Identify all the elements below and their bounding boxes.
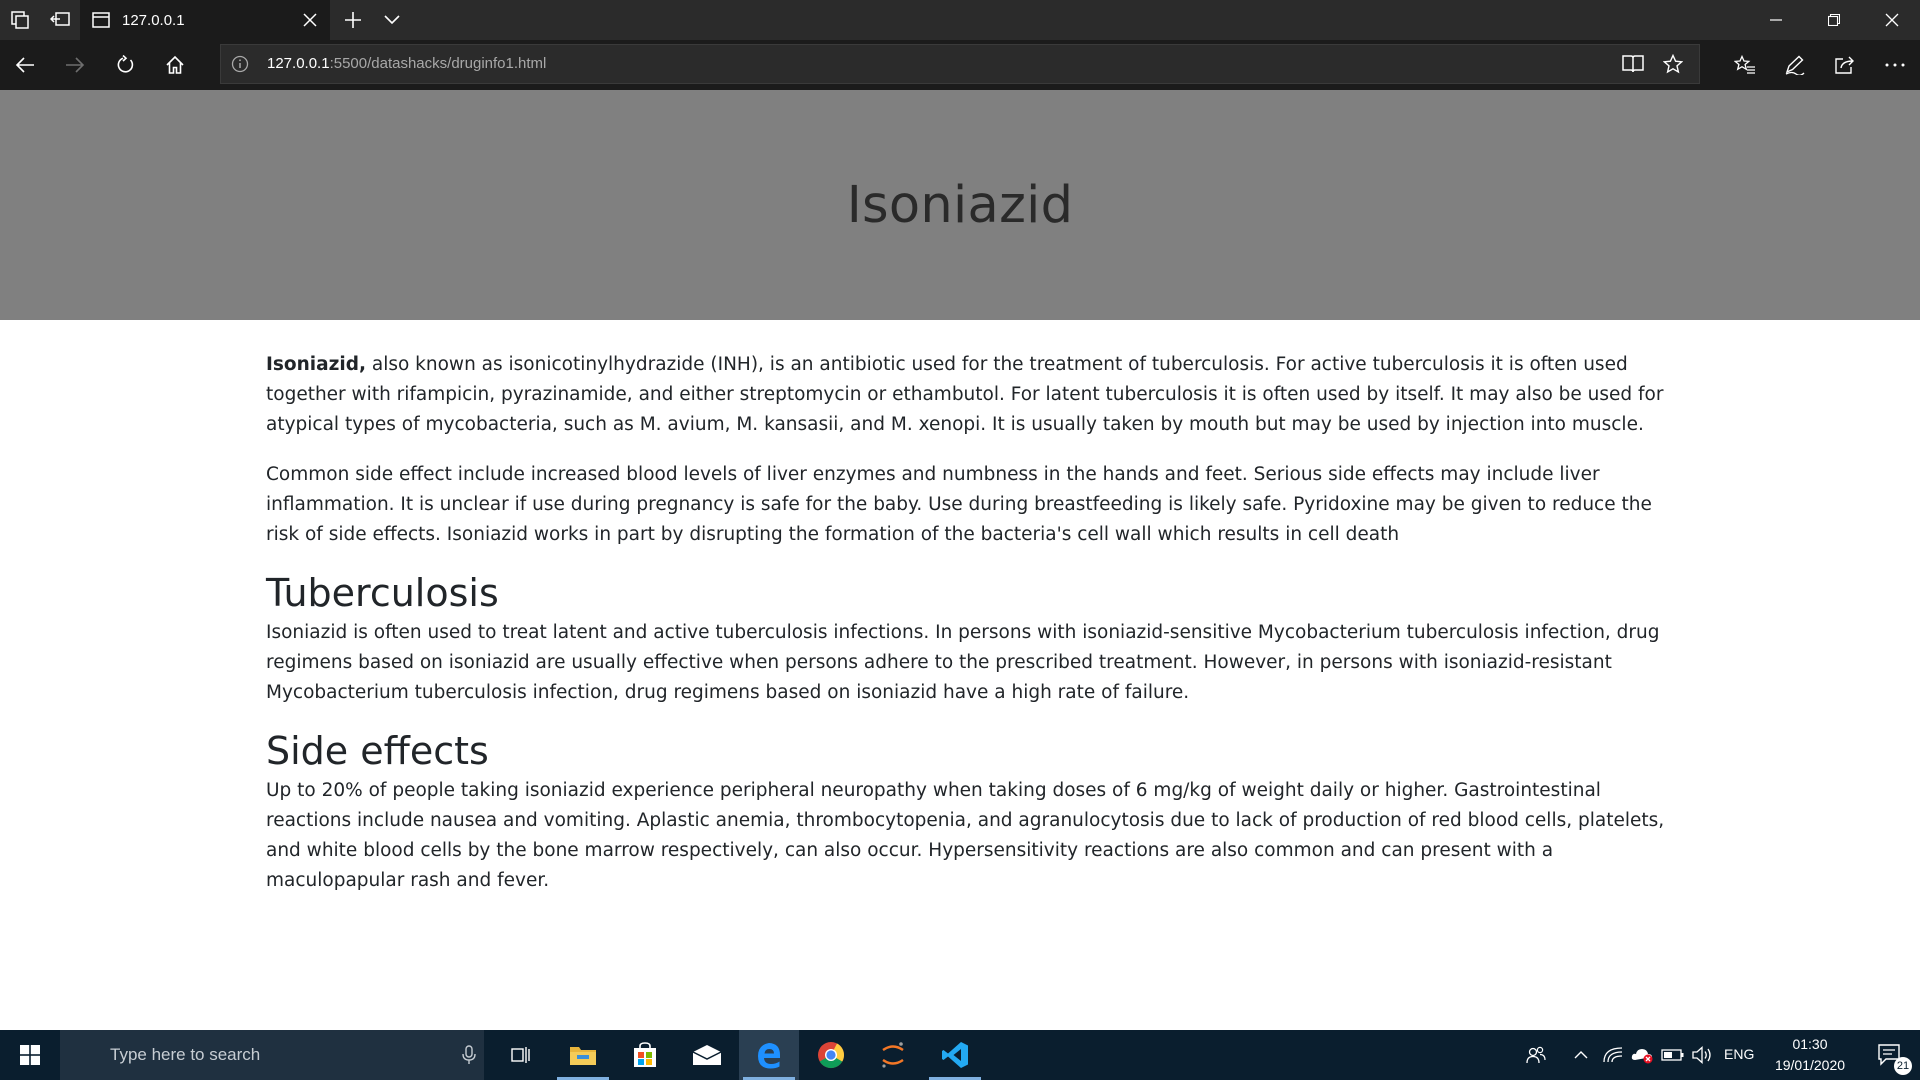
page-icon [92, 12, 110, 28]
clock-date: 19/01/2020 [1774, 1057, 1846, 1073]
onedrive-error-icon[interactable] [1628, 1030, 1658, 1080]
mail-icon[interactable] [677, 1030, 737, 1080]
favorites-icon[interactable] [1720, 40, 1770, 90]
url-host: 127.0.0.1 [267, 55, 330, 72]
tab-manager-icon[interactable] [0, 0, 40, 40]
language-indicator[interactable]: ENG [1724, 1046, 1754, 1062]
file-explorer-icon[interactable] [553, 1030, 613, 1080]
action-center-icon[interactable]: 21 [1862, 1030, 1918, 1080]
page-content: Isoniazid, also known as isonicotinylhyd… [266, 350, 1666, 916]
task-view-icon[interactable] [490, 1030, 550, 1080]
forward-icon[interactable] [50, 40, 100, 90]
reading-view-icon[interactable] [1613, 45, 1653, 83]
page-header: Isoniazid [0, 90, 1920, 320]
close-tab-icon[interactable] [294, 0, 326, 40]
vscode-icon[interactable] [925, 1030, 985, 1080]
browser-titlebar: 127.0.0.1 [0, 0, 1920, 40]
tab-title: 127.0.0.1 [122, 11, 185, 29]
favorite-star-icon[interactable] [1653, 45, 1693, 83]
microphone-icon[interactable] [462, 1045, 476, 1065]
search-placeholder: Type here to search [110, 1045, 261, 1064]
show-hidden-icons-chevron-icon[interactable] [1566, 1030, 1596, 1080]
side-effect-summary-paragraph: Common side effect include increased blo… [266, 464, 1652, 545]
share-icon[interactable] [1820, 40, 1870, 90]
minimize-icon[interactable] [1748, 0, 1804, 40]
taskbar: Type here to search ENG 01:30 19/01/2020… [0, 1030, 1920, 1080]
address-bar[interactable]: 127.0.0.1:5500/datashacks/druginfo1.html [220, 44, 1700, 84]
browser-toolbar: 127.0.0.1:5500/datashacks/druginfo1.html [0, 40, 1920, 90]
set-tabs-aside-icon[interactable] [40, 0, 80, 40]
back-icon[interactable] [0, 40, 50, 90]
home-icon[interactable] [150, 40, 200, 90]
new-tab-icon[interactable] [333, 0, 373, 40]
restore-icon[interactable] [1806, 0, 1862, 40]
close-window-icon[interactable] [1864, 0, 1920, 40]
tab-preview-chevron-icon[interactable] [372, 0, 412, 40]
tuberculosis-paragraph: Isoniazid is often used to treat latent … [266, 622, 1660, 703]
url-text[interactable]: 127.0.0.1:5500/datashacks/druginfo1.html [267, 45, 546, 83]
site-info-icon[interactable] [231, 55, 249, 73]
clock-time: 01:30 [1792, 1036, 1828, 1052]
url-path: :5500/datashacks/druginfo1.html [329, 55, 547, 72]
intro-text: also known as isonicotinylhydrazide (INH… [266, 354, 1664, 435]
edge-browser-icon[interactable] [739, 1030, 799, 1080]
volume-icon[interactable] [1688, 1030, 1718, 1080]
tuberculosis-heading: Tuberculosis [266, 571, 499, 615]
more-menu-icon[interactable] [1870, 40, 1920, 90]
microsoft-store-icon[interactable] [615, 1030, 675, 1080]
side-effects-heading: Side effects [266, 729, 489, 773]
wifi-icon[interactable] [1598, 1030, 1628, 1080]
notification-count-badge: 21 [1894, 1057, 1912, 1075]
taskbar-search-box[interactable]: Type here to search [60, 1030, 484, 1080]
clock[interactable]: 01:30 19/01/2020 [1760, 1034, 1860, 1076]
tab-active[interactable]: 127.0.0.1 [80, 0, 330, 40]
intro-paragraph: Isoniazid, also known as isonicotinylhyd… [266, 350, 1666, 440]
chrome-icon[interactable] [801, 1030, 861, 1080]
windows-start-icon[interactable] [0, 1030, 60, 1080]
battery-icon[interactable] [1658, 1030, 1688, 1080]
jupyter-icon[interactable] [863, 1030, 923, 1080]
intro-drug-name: Isoniazid, [266, 354, 366, 375]
web-note-pen-icon[interactable] [1770, 40, 1820, 90]
people-icon[interactable] [1508, 1030, 1564, 1080]
page-title: Isoniazid [846, 175, 1074, 235]
refresh-icon[interactable] [100, 40, 150, 90]
side-effects-paragraph: Up to 20% of people taking isoniazid exp… [266, 780, 1665, 891]
